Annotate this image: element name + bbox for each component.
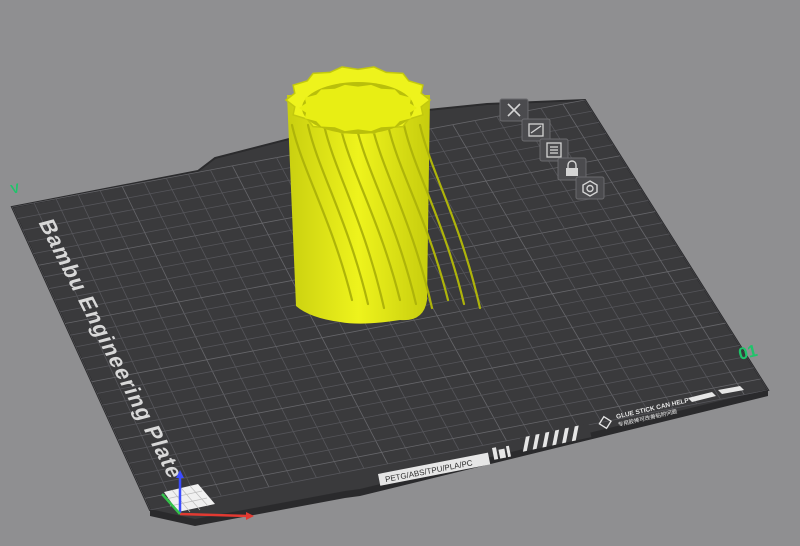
plate-corner-mark: V: [9, 180, 21, 197]
delete-plate-button[interactable]: [499, 98, 529, 122]
3d-viewport[interactable]: Bambu Engineering Plate 01 V PETG/ABS/TP…: [0, 0, 800, 546]
orient-plate-button[interactable]: [575, 176, 605, 200]
arrange-plate-button[interactable]: [521, 118, 551, 142]
plate-number: 01: [736, 341, 759, 364]
